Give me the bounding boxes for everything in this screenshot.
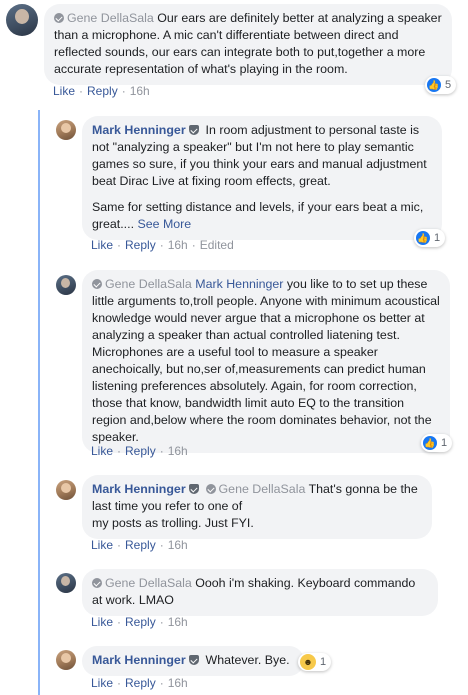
comment-bubble: Mark Henninger In room adjustment to per… xyxy=(82,116,442,240)
comment-actions: Like · Reply · 16h · Edited xyxy=(91,238,234,252)
reply-button[interactable]: Reply xyxy=(125,444,156,458)
like-icon: 👍 xyxy=(427,78,441,92)
like-icon: 👍 xyxy=(423,436,437,450)
comment-actions: Like · Reply · 16h xyxy=(53,84,150,98)
reply-button[interactable]: Reply xyxy=(125,538,156,552)
avatar[interactable] xyxy=(56,275,76,295)
mention-link[interactable]: Mark Henninger xyxy=(195,277,283,291)
edited-label[interactable]: Edited xyxy=(200,238,234,252)
like-button[interactable]: Like xyxy=(91,238,113,252)
avatar[interactable] xyxy=(56,650,76,670)
reaction-count[interactable]: ☻ 1 xyxy=(298,653,332,671)
comment-actions: Like · Reply · 16h xyxy=(91,615,188,629)
mention-link[interactable]: Gene DellaSala xyxy=(219,482,306,496)
comment-author[interactable]: Gene DellaSala xyxy=(105,277,192,291)
comment-actions: Like · Reply · 16h xyxy=(91,444,188,458)
timestamp[interactable]: 16h xyxy=(168,238,188,252)
like-button[interactable]: Like xyxy=(91,538,113,552)
like-button[interactable]: Like xyxy=(91,444,113,458)
see-more-link[interactable]: See More xyxy=(137,217,191,231)
avatar[interactable] xyxy=(56,573,76,593)
timestamp[interactable]: 16h xyxy=(168,444,188,458)
avatar[interactable] xyxy=(6,4,38,36)
comment-author[interactable]: Gene DellaSala xyxy=(67,11,154,25)
reply-thread-line xyxy=(38,110,40,695)
verified-badge-icon xyxy=(205,484,216,494)
like-button[interactable]: Like xyxy=(53,84,75,98)
comment-text: Whatever. Bye. xyxy=(205,653,290,667)
comment-bubble: Gene DellaSala Mark Henninger you like t… xyxy=(82,270,450,453)
comment-author[interactable]: Gene DellaSala xyxy=(105,576,192,590)
comment-author[interactable]: Mark Henninger xyxy=(92,123,186,137)
timestamp[interactable]: 16h xyxy=(168,676,188,690)
comment-bubble: Gene DellaSala Our ears are definitely b… xyxy=(44,4,452,85)
verified-badge-icon xyxy=(54,13,64,23)
comment-author[interactable]: Mark Henninger xyxy=(92,653,186,667)
comment-text: you like to to set up these little argum… xyxy=(92,277,440,444)
reaction-count[interactable]: 👍 1 xyxy=(421,434,453,452)
comment-text-continued: my posts as trolling. Just FYI. xyxy=(92,516,254,530)
like-icon: 👍 xyxy=(416,231,430,245)
comment-actions: Like · Reply · 16h xyxy=(91,538,188,552)
comment-author[interactable]: Mark Henninger xyxy=(92,482,186,496)
reply-button[interactable]: Reply xyxy=(125,615,156,629)
verified-badge-icon xyxy=(92,279,102,289)
timestamp[interactable]: 16h xyxy=(130,84,150,98)
like-button[interactable]: Like xyxy=(91,615,113,629)
timestamp[interactable]: 16h xyxy=(168,538,188,552)
admin-shield-icon xyxy=(189,484,200,494)
comment-bubble: Mark Henninger Gene DellaSala That's gon… xyxy=(82,475,432,539)
admin-shield-icon xyxy=(189,125,200,135)
avatar[interactable] xyxy=(56,120,76,140)
reaction-count[interactable]: 👍 1 xyxy=(414,229,446,247)
reply-button[interactable]: Reply xyxy=(125,238,156,252)
verified-badge-icon xyxy=(92,578,102,588)
comment-bubble: Mark Henninger Whatever. Bye. xyxy=(82,646,304,676)
timestamp[interactable]: 16h xyxy=(168,615,188,629)
admin-shield-icon xyxy=(189,655,200,665)
reaction-count[interactable]: 👍 5 xyxy=(425,76,457,94)
reply-button[interactable]: Reply xyxy=(87,84,118,98)
haha-icon: ☻ xyxy=(300,654,316,670)
comment-bubble: Gene DellaSala Oooh i'm shaking. Keyboar… xyxy=(82,569,438,616)
avatar[interactable] xyxy=(56,480,76,500)
like-button[interactable]: Like xyxy=(91,676,113,690)
comment-actions: Like · Reply · 16h xyxy=(91,676,188,690)
reply-button[interactable]: Reply xyxy=(125,676,156,690)
